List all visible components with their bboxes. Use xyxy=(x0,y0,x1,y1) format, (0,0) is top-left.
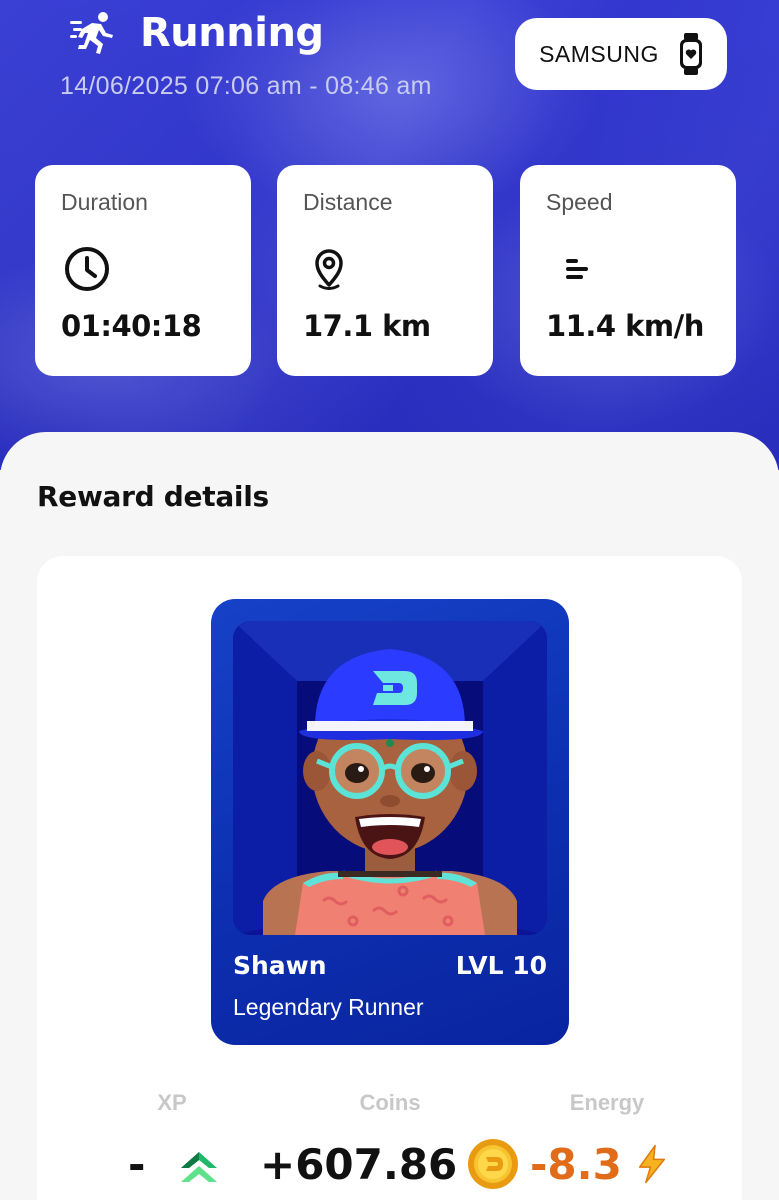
stat-card-duration: Duration 01:40:18 xyxy=(35,165,251,376)
activity-title: Running xyxy=(140,10,324,56)
speed-lines-icon xyxy=(566,259,588,279)
activity-header: Running xyxy=(70,10,324,56)
stat-value: 01:40:18 xyxy=(61,309,202,343)
stat-label: Speed xyxy=(546,189,613,215)
reward-value-xp: - xyxy=(128,1138,225,1190)
reward-label-coins: Coins xyxy=(359,1090,421,1115)
device-label: SAMSUNG xyxy=(539,40,659,67)
smartwatch-icon xyxy=(679,33,702,75)
stat-label: Distance xyxy=(303,189,393,215)
clock-icon xyxy=(65,247,109,291)
reward-value-energy: -8.3 xyxy=(530,1138,672,1190)
avatar-image xyxy=(233,621,547,935)
reward-amount: +607.86 xyxy=(260,1139,458,1189)
stat-value: 17.1 km xyxy=(303,309,431,343)
avatar-name: Shawn xyxy=(233,951,327,980)
stat-card-distance: Distance 17.1 km xyxy=(277,165,493,376)
reward-label-xp: XP xyxy=(157,1090,187,1115)
running-person-icon xyxy=(70,12,113,54)
activity-datetime: 14/06/2025 07:06 am - 08:46 am xyxy=(60,72,432,100)
coin-icon xyxy=(468,1139,519,1189)
avatar-rank: Legendary Runner xyxy=(233,994,424,1020)
xp-arrows-icon xyxy=(181,1152,218,1182)
avatar-card[interactable]: Shawn LVL 10 Legendary Runner xyxy=(211,599,569,1045)
location-pin-icon xyxy=(315,249,343,290)
reward-amount: -8.3 xyxy=(530,1139,622,1189)
stat-value: 11.4 km/h xyxy=(546,309,704,343)
stat-label: Duration xyxy=(61,189,148,215)
reward-value-coins: +607.86 xyxy=(260,1138,519,1190)
lightning-icon xyxy=(638,1144,665,1184)
section-title: Reward details xyxy=(37,480,269,513)
avatar-level: LVL 10 xyxy=(455,951,547,980)
stat-card-speed: Speed 11.4 km/h xyxy=(520,165,736,376)
reward-label-energy: Energy xyxy=(569,1090,645,1115)
device-badge[interactable]: SAMSUNG xyxy=(515,18,727,90)
reward-amount: - xyxy=(128,1139,146,1189)
